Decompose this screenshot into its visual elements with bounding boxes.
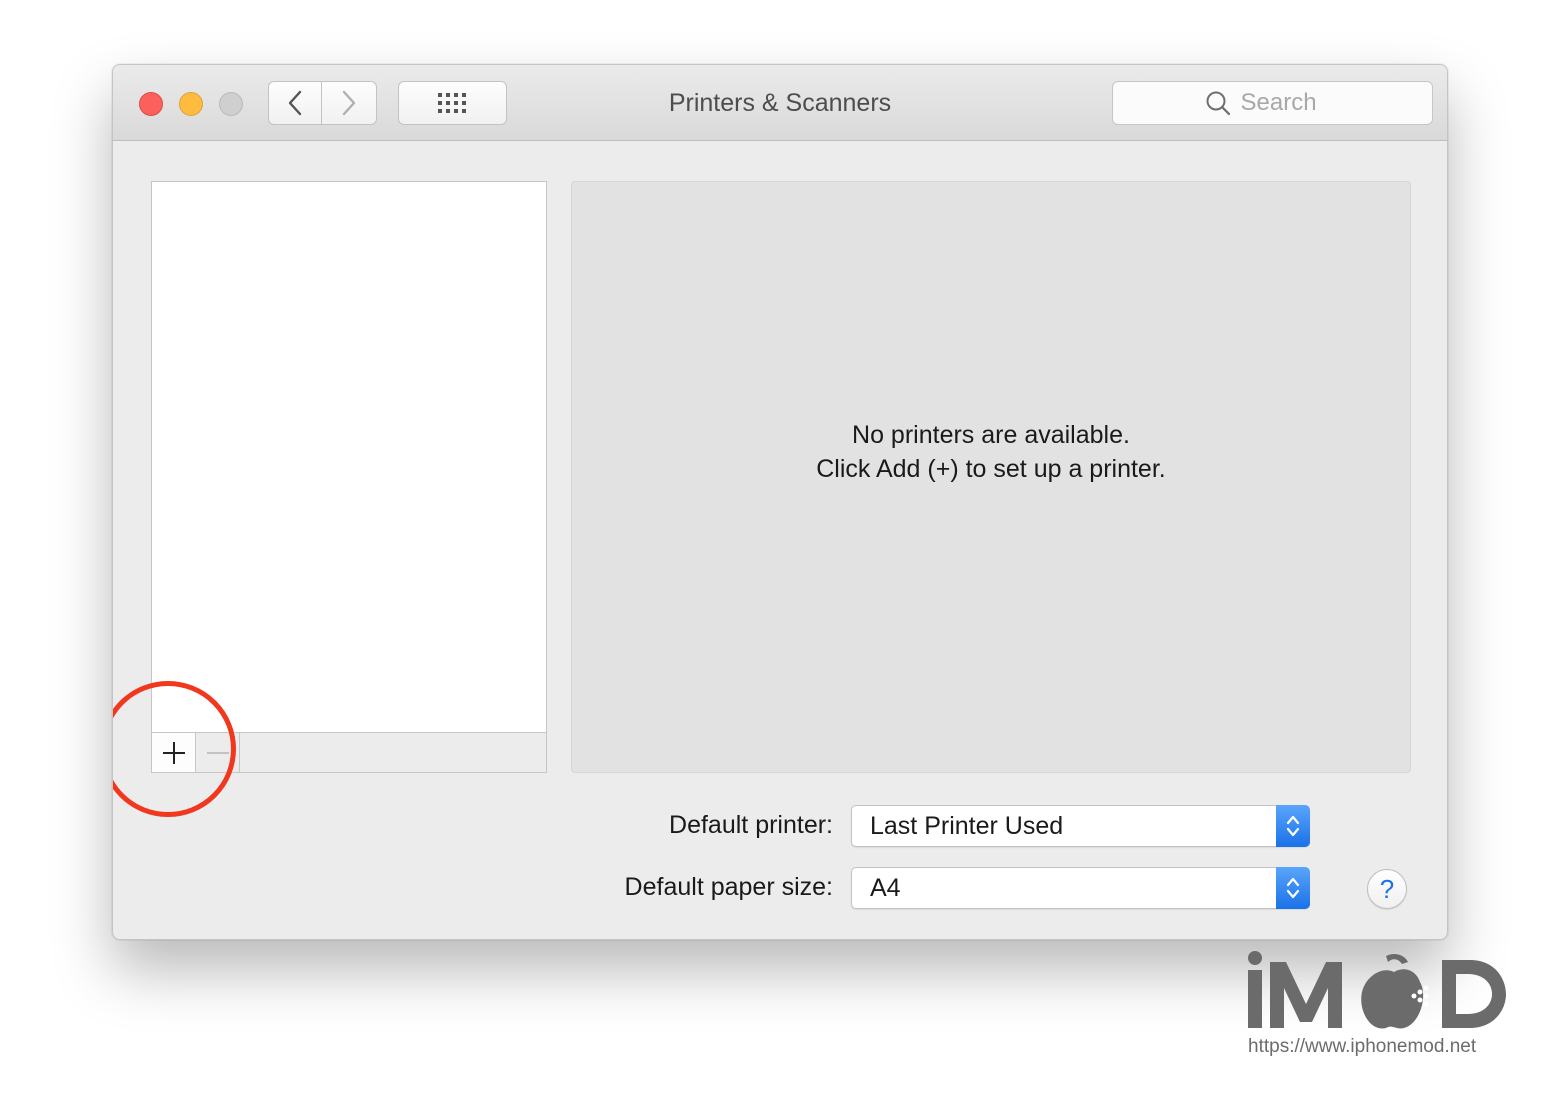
plus-icon [162, 741, 185, 764]
default-paper-size-stepper[interactable] [1276, 867, 1310, 909]
printer-list-toolbar [151, 732, 547, 773]
imod-logo [1248, 951, 1506, 1029]
printer-detail-pane: No printers are available. Click Add (+)… [571, 181, 1411, 773]
search-input[interactable] [1240, 89, 1341, 117]
empty-message-line-2: Click Add (+) to set up a printer. [816, 455, 1166, 483]
empty-state-message: No printers are available. Click Add (+)… [572, 418, 1410, 486]
watermark-url: https://www.iphonemod.net [1248, 1036, 1477, 1057]
default-printer-label: Default printer: [669, 811, 833, 839]
add-printer-button[interactable] [152, 733, 196, 772]
help-button[interactable]: ? [1367, 869, 1407, 909]
printer-list[interactable] [151, 181, 547, 773]
default-printer-stepper[interactable] [1276, 805, 1310, 847]
empty-message-line-1: No printers are available. [852, 421, 1130, 449]
remove-printer-button [196, 733, 240, 772]
up-down-chevron-icon [1286, 877, 1300, 899]
minus-icon [206, 751, 229, 754]
default-printer-value: Last Printer Used [870, 812, 1064, 840]
title-bar: Printers & Scanners [113, 65, 1447, 141]
default-paper-size-label: Default paper size: [624, 873, 833, 901]
printers-scanners-window: Printers & Scanners No printers are avai… [112, 64, 1448, 940]
search-icon [1206, 91, 1230, 116]
up-down-chevron-icon [1286, 815, 1300, 837]
default-printer-select[interactable]: Last Printer Used [851, 805, 1310, 847]
default-paper-size-value: A4 [870, 874, 901, 902]
default-paper-size-select[interactable]: A4 [851, 867, 1310, 909]
search-field[interactable] [1112, 81, 1433, 125]
